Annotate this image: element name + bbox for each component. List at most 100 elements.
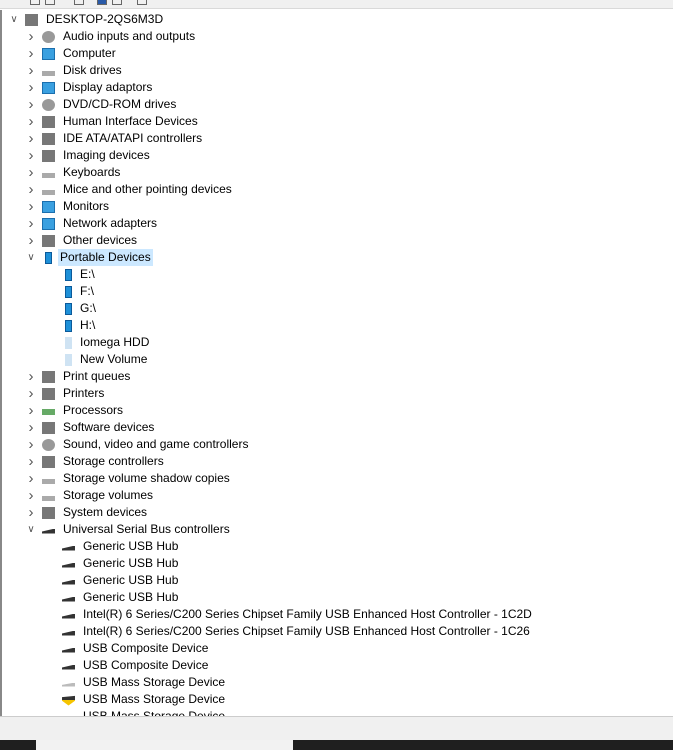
tree-item-label: Universal Serial Bus controllers [63, 522, 230, 536]
dvd-drive-icon [42, 98, 55, 111]
chevron-right-icon[interactable]: › [26, 419, 36, 436]
tree-item[interactable]: › Sound, video and game controllers [26, 436, 250, 453]
chevron-right-icon[interactable]: › [26, 79, 36, 96]
tree-item[interactable]: › Other devices [26, 232, 139, 249]
chevron-right-icon[interactable]: › [26, 470, 36, 487]
chevron-right-icon[interactable]: › [26, 453, 36, 470]
mouse-icon [42, 189, 55, 195]
tree-item[interactable]: › Computer [26, 45, 118, 62]
tree-item-label: Disk drives [63, 63, 122, 77]
tree-item[interactable]: › Software devices [26, 419, 156, 436]
chevron-right-icon[interactable]: › [26, 147, 36, 164]
chevron-right-icon[interactable]: › [26, 385, 36, 402]
status-bar [0, 716, 673, 740]
tree-item[interactable]: USB Composite Device [44, 657, 210, 674]
chevron-down-icon[interactable]: ∨ [26, 521, 36, 538]
tree-item-label: G:\ [80, 301, 97, 315]
tree-item-label: Network adapters [63, 216, 158, 230]
tree-item[interactable]: › Monitors [26, 198, 111, 215]
tree-item[interactable]: › Storage controllers [26, 453, 166, 470]
tree-item-label: Sound, video and game controllers [63, 437, 249, 451]
tree-item[interactable]: ∨ DESKTOP-2QS6M3D [9, 11, 165, 28]
tree-item[interactable]: USB Mass Storage Device [44, 708, 227, 716]
usb-icon [62, 664, 75, 670]
tree-item[interactable]: Generic USB Hub [44, 589, 180, 606]
toolbar-button[interactable] [74, 0, 84, 5]
tree-item[interactable]: F:\ [44, 283, 96, 300]
tree-item[interactable]: › Imaging devices [26, 147, 152, 164]
chevron-right-icon[interactable]: › [26, 164, 36, 181]
chevron-right-icon[interactable]: › [26, 130, 36, 147]
speaker-icon [42, 438, 55, 451]
toolbar-button[interactable] [30, 0, 40, 5]
taskbar-search-box[interactable] [36, 740, 293, 750]
usb-icon [62, 630, 75, 636]
chevron-down-icon[interactable]: ∨ [26, 249, 36, 266]
tree-item[interactable]: Intel(R) 6 Series/C200 Series Chipset Fa… [44, 623, 532, 640]
chevron-down-icon[interactable]: ∨ [9, 11, 19, 28]
device-tree[interactable]: ∨ DESKTOP-2QS6M3D › Audio inputs and output… [0, 10, 673, 716]
tree-item-label: System devices [63, 505, 148, 519]
tree-item[interactable]: ∨ Universal Serial Bus controllers [26, 521, 232, 538]
tree-item-label: USB Mass Storage Device [83, 692, 226, 706]
chevron-right-icon[interactable]: › [26, 368, 36, 385]
chevron-right-icon[interactable]: › [26, 198, 36, 215]
chevron-right-icon[interactable]: › [26, 45, 36, 62]
toolbar-button[interactable] [97, 0, 107, 5]
usb-icon [42, 528, 55, 534]
chevron-right-icon[interactable]: › [26, 436, 36, 453]
chevron-right-icon[interactable]: › [26, 232, 36, 249]
tree-item[interactable]: USB Mass Storage Device [44, 691, 227, 708]
tree-item[interactable]: › Network adapters [26, 215, 159, 232]
tree-item[interactable]: › Keyboards [26, 164, 122, 181]
tree-item-label: IDE ATA/ATAPI controllers [63, 131, 203, 145]
chevron-right-icon[interactable]: › [26, 113, 36, 130]
tree-item[interactable]: E:\ [44, 266, 97, 283]
portable-device-icon [45, 251, 52, 264]
tree-item[interactable]: › System devices [26, 504, 149, 521]
tree-item[interactable]: › Storage volume shadow copies [26, 470, 232, 487]
tree-item[interactable]: › Audio inputs and outputs [26, 28, 197, 45]
usb-icon [62, 562, 75, 568]
chevron-right-icon[interactable]: › [26, 487, 36, 504]
tree-item[interactable]: Iomega HDD [44, 334, 151, 351]
tree-item[interactable]: › Disk drives [26, 62, 124, 79]
tree-item[interactable]: › DVD/CD-ROM drives [26, 96, 178, 113]
toolbar-button[interactable] [112, 0, 122, 5]
tree-item[interactable]: G:\ [44, 300, 98, 317]
chevron-right-icon[interactable]: › [26, 62, 36, 79]
chevron-right-icon[interactable]: › [26, 96, 36, 113]
tree-item[interactable]: Generic USB Hub [44, 538, 180, 555]
chevron-right-icon [44, 623, 54, 640]
chevron-right-icon[interactable]: › [26, 181, 36, 198]
chevron-right-icon[interactable]: › [26, 28, 36, 45]
tree-item[interactable]: › Printers [26, 385, 106, 402]
tree-item[interactable]: New Volume [44, 351, 149, 368]
toolbar-button[interactable] [137, 0, 147, 5]
tree-item[interactable]: › Display adaptors [26, 79, 154, 96]
tree-item[interactable]: H:\ [44, 317, 97, 334]
tree-item[interactable]: › IDE ATA/ATAPI controllers [26, 130, 204, 147]
tree-item[interactable]: › Mice and other pointing devices [26, 181, 234, 198]
tree-item[interactable]: Generic USB Hub [44, 572, 180, 589]
tree-item[interactable]: › Processors [26, 402, 125, 419]
chevron-right-icon[interactable]: › [26, 402, 36, 419]
tree-item[interactable]: ∨ Portable Devices [26, 249, 153, 266]
network-adapter-icon [42, 217, 55, 230]
tree-item[interactable]: › Human Interface Devices [26, 113, 200, 130]
chevron-right-icon[interactable]: › [26, 504, 36, 521]
chevron-right-icon[interactable]: › [26, 215, 36, 232]
chevron-right-icon [44, 640, 54, 657]
chevron-right-icon [44, 555, 54, 572]
tree-item[interactable]: Generic USB Hub [44, 555, 180, 572]
tree-item[interactable]: › Storage volumes [26, 487, 155, 504]
keyboard-icon [42, 172, 55, 178]
storage-controller-icon [42, 455, 55, 468]
tree-item[interactable]: USB Mass Storage Device [44, 674, 227, 691]
tree-item[interactable]: › Print queues [26, 368, 132, 385]
tree-item[interactable]: Intel(R) 6 Series/C200 Series Chipset Fa… [44, 606, 534, 623]
disk-drive-icon [42, 70, 55, 76]
tree-item[interactable]: USB Composite Device [44, 640, 210, 657]
toolbar-button[interactable] [45, 0, 55, 5]
tree-item-label: Processors [63, 403, 124, 417]
